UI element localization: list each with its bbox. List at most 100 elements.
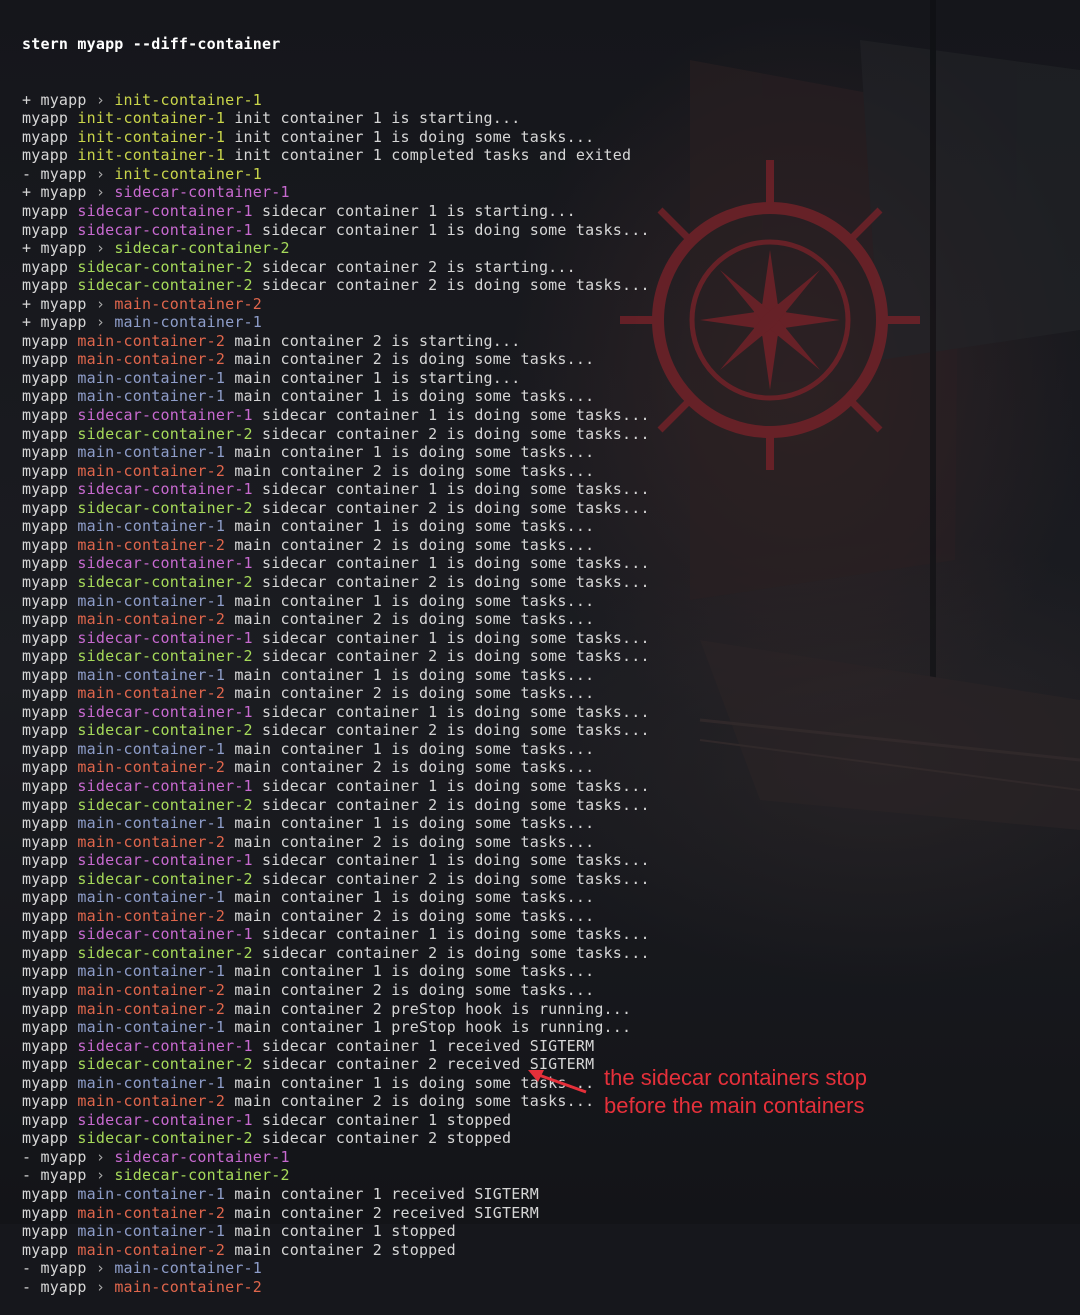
log-message: main container 1 preStop hook is running…	[234, 1018, 632, 1037]
container-name: sidecar-container-1	[77, 1110, 253, 1129]
log-line: myapp main-container-2 main container 2 …	[22, 1241, 650, 1260]
container-name: main-container-1	[77, 962, 226, 981]
container-name: main-container-2	[114, 1277, 263, 1296]
log-message: main container 2 is doing some tasks...	[234, 350, 595, 369]
pod-name: myapp	[22, 517, 69, 536]
container-name: sidecar-container-1	[77, 776, 253, 795]
pod-name: myapp	[22, 888, 69, 907]
pod-name: myapp	[22, 684, 69, 703]
log-line: myapp sidecar-container-2 sidecar contai…	[22, 573, 650, 592]
pod-name: myapp	[22, 739, 69, 758]
container-name: init-container-1	[77, 127, 226, 146]
pod-name: myapp	[40, 294, 87, 313]
pod-name: myapp	[22, 1185, 69, 1203]
container-name: main-container-1	[77, 1073, 226, 1092]
removed-marker: -	[22, 1259, 32, 1278]
pod-name: myapp	[22, 1092, 69, 1111]
pod-name: myapp	[22, 331, 69, 350]
annotation-text: the sidecar containers stop before the m…	[604, 1064, 867, 1120]
chevron-right-icon: ›	[95, 1166, 106, 1185]
log-line: myapp init-container-1 init container 1 …	[22, 109, 650, 128]
container-event-line: - myapp › main-container-2	[22, 1278, 650, 1297]
container-name: main-container-1	[114, 313, 263, 332]
container-name: sidecar-container-1	[77, 554, 253, 573]
pod-name: myapp	[22, 795, 69, 814]
pod-name: myapp	[22, 424, 69, 443]
container-name: main-container-2	[77, 350, 226, 369]
container-event-line: + myapp › init-container-1	[22, 91, 650, 110]
container-name: sidecar-container-2	[77, 647, 253, 666]
log-line: myapp main-container-1 main container 1 …	[22, 387, 650, 406]
pod-name: myapp	[22, 776, 69, 795]
container-name: main-container-2	[77, 999, 226, 1018]
log-line: myapp main-container-1 main container 1 …	[22, 666, 650, 685]
container-event-line: + myapp › main-container-1	[22, 313, 650, 332]
added-marker: +	[22, 239, 32, 258]
log-message: sidecar container 1 received SIGTERM	[262, 1036, 595, 1055]
chevron-right-icon: ›	[95, 183, 106, 202]
container-name: sidecar-container-1	[77, 702, 253, 721]
added-marker: +	[22, 183, 32, 202]
log-message: main container 2 is doing some tasks...	[234, 758, 595, 777]
pod-name: myapp	[22, 869, 69, 888]
log-line: myapp main-container-2 main container 2 …	[22, 610, 650, 629]
pod-name: myapp	[22, 276, 69, 295]
pod-name: myapp	[22, 962, 69, 981]
log-line: myapp sidecar-container-2 sidecar contai…	[22, 647, 650, 666]
pod-name: myapp	[22, 999, 69, 1018]
pod-name: myapp	[22, 721, 69, 740]
log-message: main container 1 is doing some tasks...	[234, 517, 595, 536]
chevron-right-icon: ›	[95, 90, 106, 109]
pod-name: myapp	[22, 832, 69, 851]
log-line: myapp main-container-2 main container 2 …	[22, 907, 650, 926]
log-line: myapp main-container-1 main container 1 …	[22, 517, 650, 536]
container-name: main-container-2	[77, 906, 226, 925]
chevron-right-icon: ›	[95, 239, 106, 258]
log-line: myapp sidecar-container-1 sidecar contai…	[22, 406, 650, 425]
container-name: main-container-1	[77, 591, 226, 610]
chevron-right-icon: ›	[95, 1259, 106, 1278]
log-message: sidecar container 1 is doing some tasks.…	[262, 776, 650, 795]
pod-name: myapp	[40, 164, 87, 183]
log-message: sidecar container 2 is doing some tasks.…	[262, 647, 650, 666]
log-line: myapp main-container-1 main container 1 …	[22, 888, 650, 907]
container-name: main-container-2	[77, 758, 226, 777]
log-message: main container 2 is doing some tasks...	[234, 832, 595, 851]
container-name: sidecar-container-2	[114, 1166, 290, 1185]
log-message: sidecar container 2 is doing some tasks.…	[262, 943, 650, 962]
container-name: sidecar-container-1	[77, 1036, 253, 1055]
pod-name: myapp	[22, 628, 69, 647]
log-line: myapp main-container-1 main container 1 …	[22, 443, 650, 462]
log-message: sidecar container 2 is doing some tasks.…	[262, 424, 650, 443]
chevron-right-icon: ›	[95, 1277, 106, 1296]
pod-name: myapp	[22, 1055, 69, 1074]
container-name: init-container-1	[77, 146, 226, 165]
container-name: init-container-1	[114, 164, 263, 183]
pod-name: myapp	[22, 591, 69, 610]
pod-name: myapp	[22, 851, 69, 870]
log-message: main container 1 is doing some tasks...	[234, 962, 595, 981]
container-name: main-container-2	[77, 461, 226, 480]
terminal-output: stern myapp --diff-container + myapp › i…	[22, 0, 650, 1315]
chevron-right-icon: ›	[95, 164, 106, 183]
pod-name: myapp	[22, 906, 69, 925]
log-message: main container 1 is doing some tasks...	[234, 591, 595, 610]
container-name: sidecar-container-2	[77, 869, 253, 888]
log-line: myapp init-container-1 init container 1 …	[22, 128, 650, 147]
pod-name: myapp	[22, 368, 69, 387]
pod-name: myapp	[22, 554, 69, 573]
log-line: myapp sidecar-container-2 sidecar contai…	[22, 499, 650, 518]
log-message: main container 2 received SIGTERM	[234, 1203, 539, 1222]
log-message: sidecar container 1 is doing some tasks.…	[262, 480, 650, 499]
pod-name: myapp	[22, 1018, 69, 1037]
log-message: main container 1 is doing some tasks...	[234, 443, 595, 462]
pod-name: myapp	[22, 572, 69, 591]
pod-name: myapp	[22, 943, 69, 962]
pod-name: myapp	[22, 109, 69, 128]
log-message: sidecar container 2 is doing some tasks.…	[262, 572, 650, 591]
container-name: sidecar-container-1	[77, 202, 253, 221]
log-line: myapp main-container-2 main container 2 …	[22, 981, 650, 1000]
container-event-line: - myapp › sidecar-container-1	[22, 1148, 650, 1167]
container-name: sidecar-container-1	[77, 480, 253, 499]
removed-marker: -	[22, 1166, 32, 1185]
